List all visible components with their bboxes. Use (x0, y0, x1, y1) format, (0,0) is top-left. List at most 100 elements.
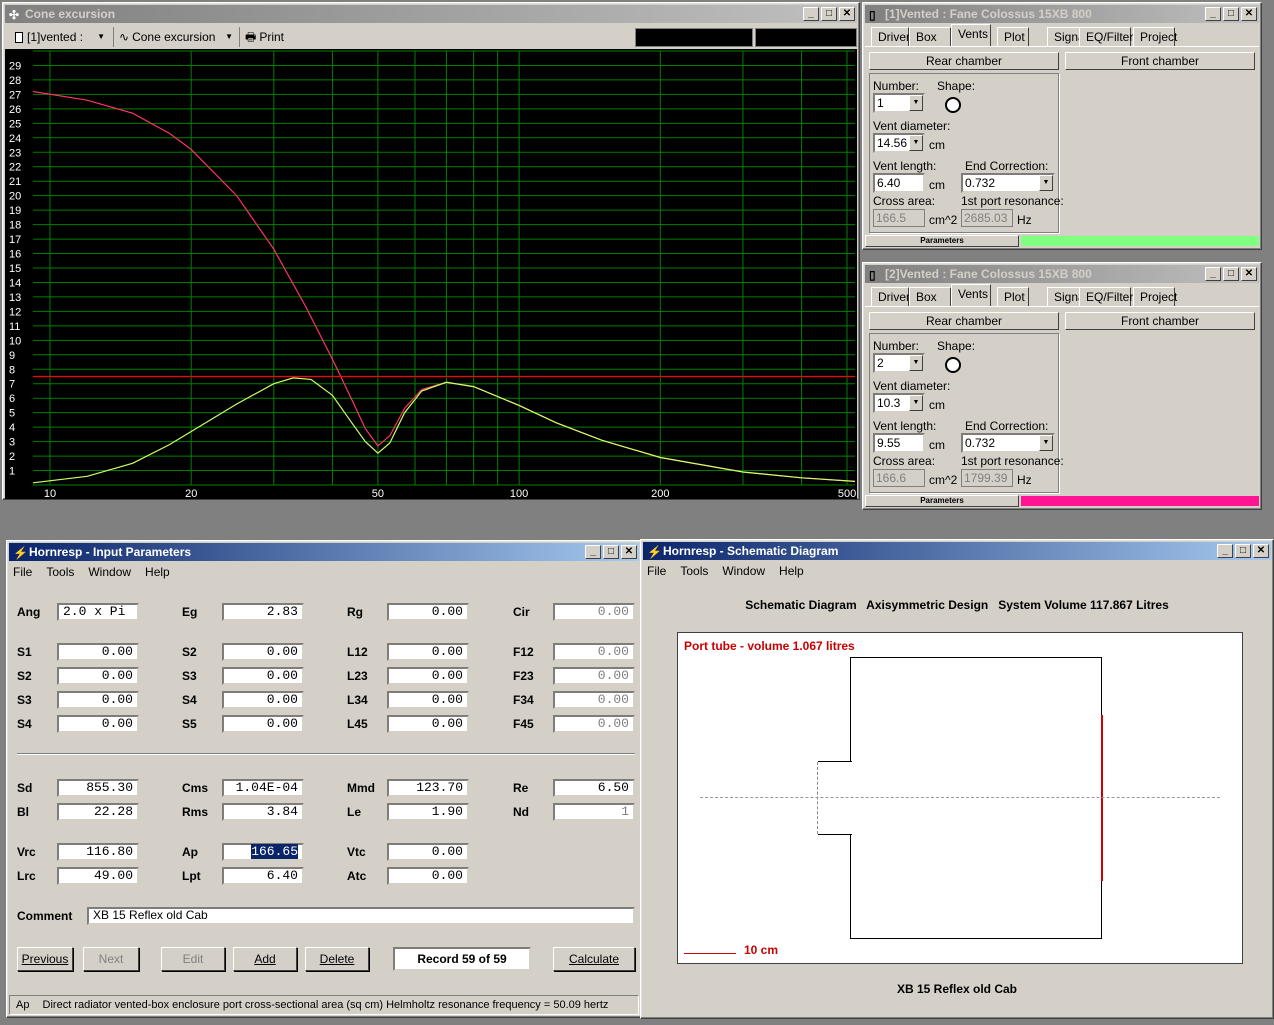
tab-driver[interactable]: Driver (871, 27, 910, 47)
cone-excursion-chart[interactable]: 1234567891011121314151617181920212223242… (5, 49, 857, 499)
comment-field[interactable]: XB 15 Reflex old Cab (87, 907, 635, 925)
tab-vents[interactable]: Vents (951, 284, 991, 307)
tab-eq-filter[interactable]: EQ/Filter (1079, 287, 1133, 307)
field-sd[interactable]: 855.30 (57, 779, 139, 797)
close-button[interactable]: ✕ (1241, 7, 1257, 21)
field-s4[interactable]: 0.00 (57, 715, 139, 733)
tab-eq-filter[interactable]: EQ/Filter (1079, 27, 1133, 47)
calculate-button[interactable]: Calculate (553, 947, 635, 971)
previous-button[interactable]: Previous (17, 947, 73, 971)
vent-length-input[interactable]: 6.40 (873, 173, 925, 193)
dropdown-arrow-icon[interactable]: ▼ (909, 395, 923, 411)
circle-shape-icon[interactable] (945, 97, 961, 113)
tab-box[interactable]: Box (909, 27, 951, 47)
field-s2[interactable]: 0.00 (222, 643, 304, 661)
vent-length-input[interactable]: 9.55 (873, 433, 925, 453)
maximize-button[interactable]: □ (821, 7, 837, 21)
tab-box[interactable]: Box (909, 287, 951, 307)
front-chamber-button[interactable]: Front chamber (1065, 312, 1255, 330)
field-ang[interactable]: 2.0 x Pi (57, 603, 139, 621)
maximize-button[interactable]: □ (1235, 544, 1251, 558)
cone-title-bar[interactable]: ✣ Cone excursion _ □ ✕ (5, 5, 857, 23)
rear-chamber-button[interactable]: Rear chamber (869, 52, 1059, 70)
field-atc[interactable]: 0.00 (387, 867, 469, 885)
field-bl[interactable]: 22.28 (57, 803, 139, 821)
field-f45[interactable]: 0.00 (553, 715, 635, 733)
field-l12[interactable]: 0.00 (387, 643, 469, 661)
field-cms[interactable]: 1.04E-04 (222, 779, 304, 797)
field-eg[interactable]: 2.83 (222, 603, 304, 621)
tab-driver[interactable]: Driver (871, 287, 910, 307)
next-button[interactable]: Next (83, 947, 139, 971)
field-rg[interactable]: 0.00 (387, 603, 469, 621)
tab-plot[interactable]: Plot (997, 287, 1029, 307)
dropdown-arrow-icon[interactable]: ▼ (909, 135, 923, 151)
field-f12[interactable]: 0.00 (553, 643, 635, 661)
field-lrc[interactable]: 49.00 (57, 867, 139, 885)
field-vrc[interactable]: 116.80 (57, 843, 139, 861)
field-nd[interactable]: 1 (553, 803, 635, 821)
field-cir[interactable]: 0.00 (553, 603, 635, 621)
minimize-button[interactable]: _ (803, 7, 819, 21)
tab-plot[interactable]: Plot (997, 27, 1029, 47)
minimize-button[interactable]: _ (1217, 544, 1233, 558)
field-rms[interactable]: 3.84 (222, 803, 304, 821)
close-button[interactable]: ✕ (1241, 267, 1257, 281)
rear-chamber-button[interactable]: Rear chamber (869, 312, 1059, 330)
vent-diameter-combo[interactable]: 10.3 ▼ (873, 393, 925, 413)
vent-title-bar[interactable]: ▯ [2]Vented : Fane Colossus 15XB 800 _ □… (865, 265, 1259, 283)
vent-title-bar[interactable]: ▯ [1]Vented : Fane Colossus 15XB 800 _ □… (865, 5, 1259, 23)
schematic-title-bar[interactable]: ⚡ Hornresp - Schematic Diagram _ □ ✕ (643, 542, 1271, 560)
parameters-button[interactable]: Parameters (865, 495, 1019, 507)
field-lpt[interactable]: 6.40 (222, 867, 304, 885)
end-correction-combo[interactable]: 0.732 ▼ (961, 433, 1055, 453)
field-le[interactable]: 1.90 (387, 803, 469, 821)
dropdown-arrow-icon[interactable]: ▼ (909, 95, 923, 111)
dropdown-arrow-icon[interactable]: ▼ (1039, 175, 1053, 191)
close-button[interactable]: ✕ (839, 7, 855, 21)
vent-diameter-combo[interactable]: 14.56 ▼ (873, 133, 925, 153)
menu-tools[interactable]: Tools (680, 562, 708, 580)
menu-file[interactable]: File (647, 562, 666, 580)
plot-select[interactable]: ∿ Cone excursion ▼ (119, 27, 235, 47)
field-re[interactable]: 6.50 (553, 779, 635, 797)
field-f34[interactable]: 0.00 (553, 691, 635, 709)
number-combo[interactable]: 1 ▼ (873, 93, 925, 113)
field-l34[interactable]: 0.00 (387, 691, 469, 709)
field-vtc[interactable]: 0.00 (387, 843, 469, 861)
field-ap[interactable]: 166.65 (222, 843, 304, 861)
field-mmd[interactable]: 123.70 (387, 779, 469, 797)
parameters-button[interactable]: Parameters (865, 235, 1019, 247)
field-f23[interactable]: 0.00 (553, 667, 635, 685)
field-l23[interactable]: 0.00 (387, 667, 469, 685)
menu-window[interactable]: Window (722, 562, 765, 580)
field-s5[interactable]: 0.00 (222, 715, 304, 733)
end-correction-combo[interactable]: 0.732 ▼ (961, 173, 1055, 193)
tab-signal[interactable]: Signal (1047, 27, 1087, 47)
record-select[interactable]: [1]vented : ▼ (9, 27, 109, 47)
front-chamber-button[interactable]: Front chamber (1065, 52, 1255, 70)
field-s1[interactable]: 0.00 (57, 643, 139, 661)
print-button[interactable]: 🖶 Print (245, 27, 295, 47)
circle-shape-icon[interactable] (945, 357, 961, 373)
menu-help[interactable]: Help (779, 562, 804, 580)
dropdown-arrow-icon[interactable]: ▼ (909, 355, 923, 371)
number-combo[interactable]: 2 ▼ (873, 353, 925, 373)
tab-vents[interactable]: Vents (951, 24, 991, 47)
field-s2[interactable]: 0.00 (57, 667, 139, 685)
tab-project[interactable]: Project (1133, 287, 1177, 307)
delete-button[interactable]: Delete (305, 947, 369, 971)
field-l45[interactable]: 0.00 (387, 715, 469, 733)
minimize-button[interactable]: _ (1205, 7, 1221, 21)
dropdown-arrow-icon[interactable]: ▼ (1039, 435, 1053, 451)
edit-button[interactable]: Edit (161, 947, 225, 971)
field-s3[interactable]: 0.00 (57, 691, 139, 709)
add-button[interactable]: Add (233, 947, 297, 971)
field-s4[interactable]: 0.00 (222, 691, 304, 709)
maximize-button[interactable]: □ (1223, 7, 1239, 21)
minimize-button[interactable]: _ (1205, 267, 1221, 281)
field-s3[interactable]: 0.00 (222, 667, 304, 685)
tab-project[interactable]: Project (1133, 27, 1177, 47)
tab-signal[interactable]: Signal (1047, 287, 1087, 307)
maximize-button[interactable]: □ (1223, 267, 1239, 281)
